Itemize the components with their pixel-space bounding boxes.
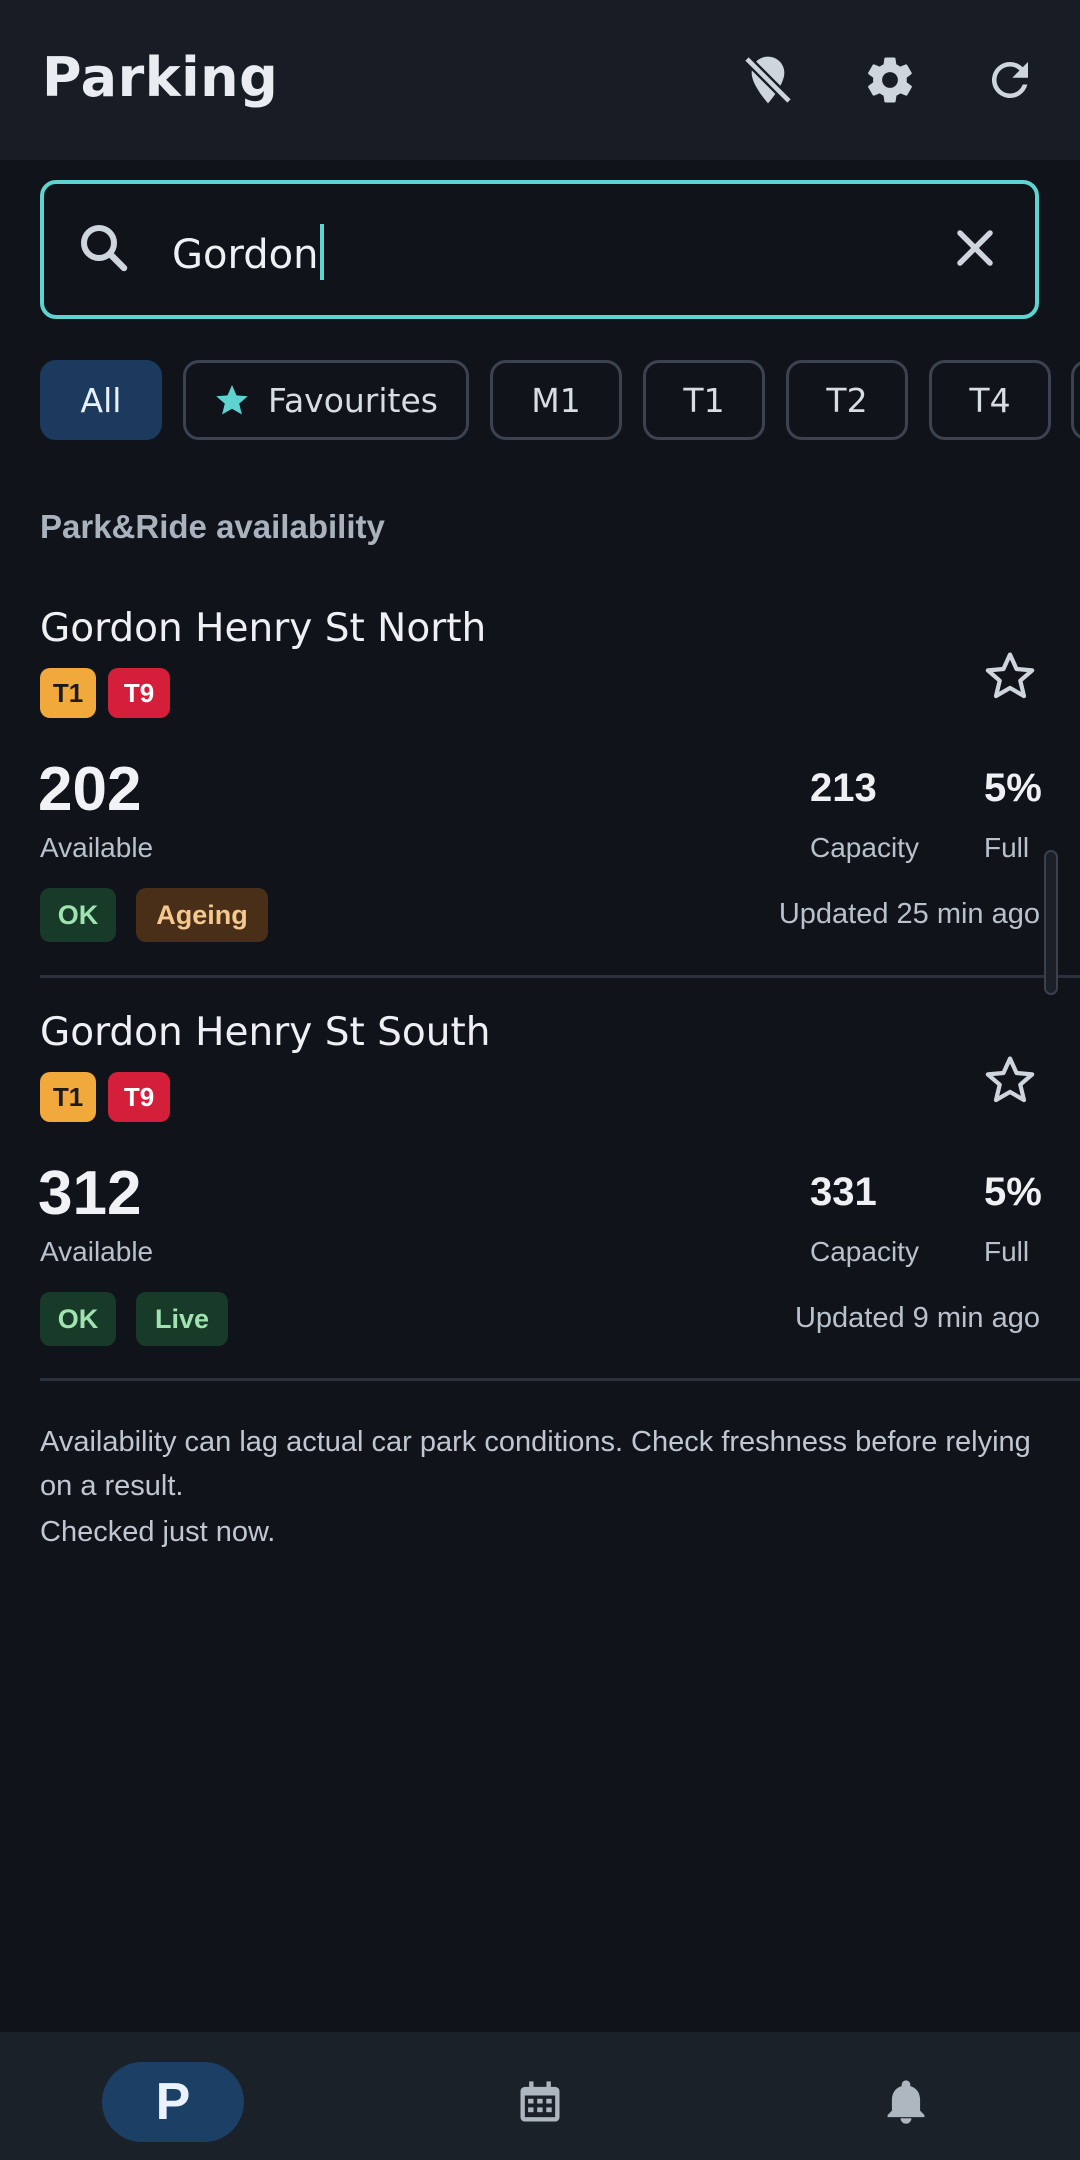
search-input[interactable]: Gordon	[172, 224, 325, 280]
nav-alerts[interactable]	[866, 2062, 946, 2142]
carpark-card[interactable]: Gordon Henry St North T1 T9 202 Availabl…	[0, 606, 1080, 976]
chip-m1[interactable]: M1	[490, 360, 622, 440]
chip-label: M1	[531, 380, 581, 420]
favourite-button[interactable]	[970, 636, 1050, 716]
search-input-value: Gordon	[172, 232, 319, 278]
search-icon	[74, 218, 134, 283]
full-percent: 5%	[984, 766, 1042, 810]
clear-search-button[interactable]	[945, 218, 1005, 283]
carpark-name: Gordon Henry St South	[40, 1010, 491, 1055]
page-title: Parking	[42, 46, 279, 109]
disclaimer-text: Availability can lag actual car park con…	[40, 1426, 1031, 1502]
carpark-name: Gordon Henry St North	[40, 606, 487, 651]
gear-icon	[868, 57, 912, 103]
chip-t2[interactable]: T2	[786, 360, 908, 440]
favourite-button[interactable]	[970, 1040, 1050, 1120]
location-off-button[interactable]	[728, 40, 808, 120]
nav-calendar[interactable]	[500, 2062, 580, 2142]
full-percent: 5%	[984, 1170, 1042, 1214]
chip-favourites[interactable]: Favourites	[183, 360, 469, 440]
filter-chips: All Favourites M1 T1 T2 T4	[40, 360, 1080, 440]
available-count: 312	[38, 1159, 142, 1228]
chip-label: T1	[683, 380, 725, 420]
capacity-label: Capacity	[810, 1236, 919, 1267]
star-outline-icon	[985, 1056, 1035, 1103]
divider	[40, 1378, 1080, 1381]
text-caret	[320, 224, 325, 280]
available-label: Available	[40, 832, 154, 863]
refresh-icon	[991, 61, 1028, 98]
full-label: Full	[984, 832, 1030, 863]
chip-more[interactable]	[1071, 360, 1080, 440]
full-label: Full	[984, 1236, 1030, 1267]
location-off-icon	[743, 55, 793, 105]
bell-icon	[887, 2080, 925, 2124]
chip-t1[interactable]: T1	[643, 360, 765, 440]
checked-status: Checked just now.	[40, 1516, 276, 1548]
status-badge-ok: OK	[40, 1292, 116, 1346]
bottom-navigation: P	[0, 2032, 1080, 2160]
settings-button[interactable]	[850, 40, 930, 120]
parking-icon: P	[155, 2073, 191, 2131]
updated-time: Updated 9 min ago	[794, 1302, 1040, 1334]
capacity-count: 213	[810, 766, 877, 810]
chip-label: Favourites	[268, 380, 438, 420]
chip-label: All	[80, 380, 122, 420]
star-icon	[216, 385, 248, 415]
search-field[interactable]: Gordon	[40, 180, 1039, 319]
calendar-icon	[520, 2081, 560, 2122]
nav-parking[interactable]: P	[102, 2062, 244, 2142]
disclaimer: Availability can lag actual car park con…	[40, 1420, 1040, 1554]
status-badge-live: Live	[136, 1292, 228, 1346]
status-badge-ok: OK	[40, 888, 116, 942]
section-title: Park&Ride availability	[40, 508, 385, 545]
close-icon	[957, 230, 993, 266]
refresh-button[interactable]	[970, 40, 1050, 120]
scrollbar[interactable]	[1044, 850, 1058, 995]
line-badge-t1: T1	[40, 668, 96, 718]
available-count: 202	[38, 755, 142, 824]
updated-time: Updated 25 min ago	[778, 898, 1040, 930]
line-badge-t1: T1	[40, 1072, 96, 1122]
line-badge-t9: T9	[108, 1072, 170, 1122]
chip-label: T2	[826, 380, 868, 420]
divider	[40, 975, 1080, 978]
chip-label: T4	[969, 380, 1011, 420]
status-badge-ageing: Ageing	[136, 888, 268, 942]
chip-all[interactable]: All	[40, 360, 162, 440]
carpark-card[interactable]: Gordon Henry St South T1 T9 312 Availabl…	[0, 1010, 1080, 1380]
available-label: Available	[40, 1236, 154, 1267]
capacity-count: 331	[810, 1170, 877, 1214]
star-outline-icon	[985, 652, 1035, 699]
capacity-label: Capacity	[810, 832, 919, 863]
app-bar: Parking	[0, 0, 1080, 160]
chip-t4[interactable]: T4	[929, 360, 1051, 440]
line-badge-t9: T9	[108, 668, 170, 718]
